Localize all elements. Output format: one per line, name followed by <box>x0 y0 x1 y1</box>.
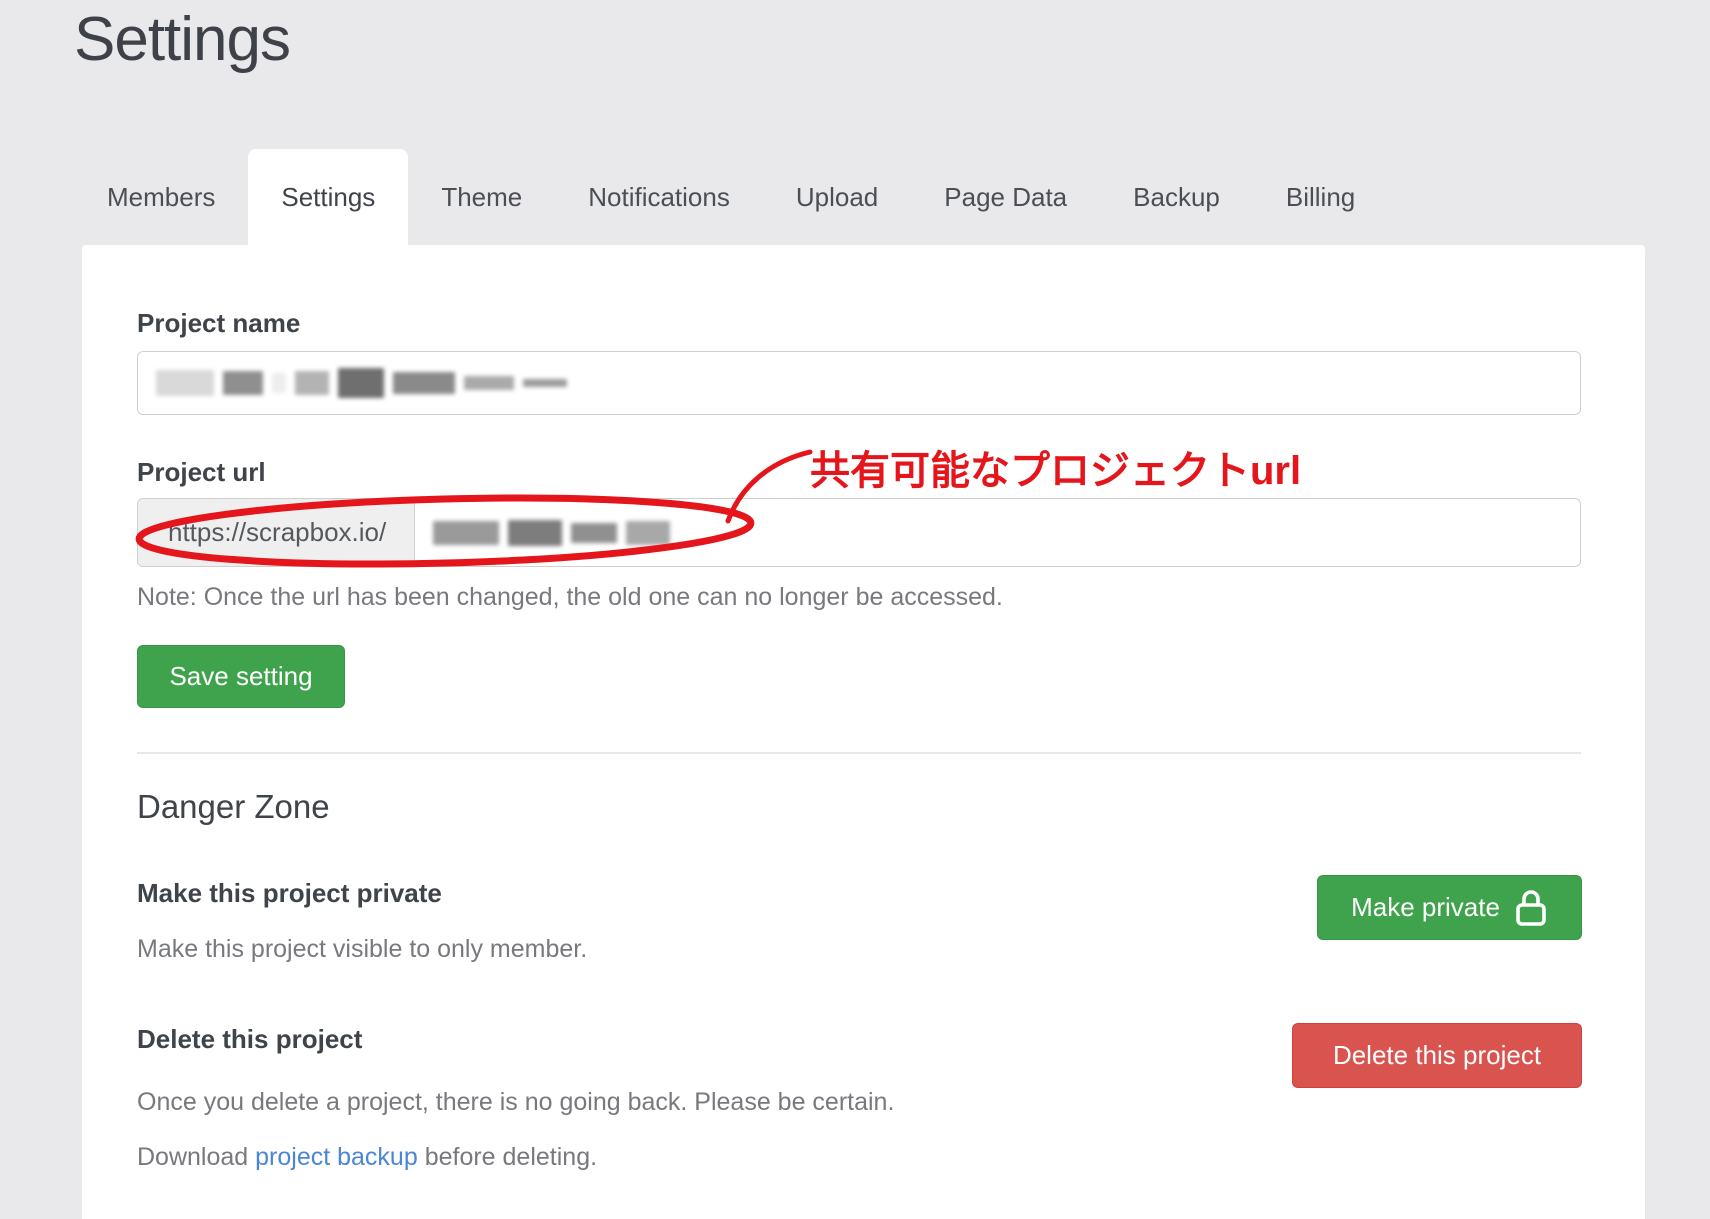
project-url-label: Project url <box>137 457 266 488</box>
redacted-project-name <box>156 368 567 398</box>
make-private-button-label: Make private <box>1351 892 1500 923</box>
tab-theme[interactable]: Theme <box>408 149 555 245</box>
page-title: Settings <box>74 4 290 75</box>
make-private-button[interactable]: Make private <box>1317 875 1582 940</box>
tab-page-data[interactable]: Page Data <box>911 149 1100 245</box>
backup-line: Download project backup before deleting. <box>137 1143 597 1172</box>
project-name-label: Project name <box>137 308 300 339</box>
delete-project-title: Delete this project <box>137 1024 362 1055</box>
delete-warning: Once you delete a project, there is no g… <box>137 1088 894 1117</box>
project-url-input[interactable]: https://scrapbox.io/ <box>137 498 1581 567</box>
tab-upload[interactable]: Upload <box>763 149 911 245</box>
project-backup-link[interactable]: project backup <box>255 1143 418 1171</box>
backup-line-before: Download <box>137 1143 255 1171</box>
backup-line-after: before deleting. <box>418 1143 597 1171</box>
project-name-input[interactable] <box>137 351 1581 415</box>
tab-notifications[interactable]: Notifications <box>555 149 763 245</box>
tab-settings[interactable]: Settings <box>248 149 408 245</box>
make-private-description: Make this project visible to only member… <box>137 935 587 964</box>
make-private-title: Make this project private <box>137 878 442 909</box>
delete-project-button[interactable]: Delete this project <box>1292 1023 1582 1088</box>
section-divider <box>137 752 1581 754</box>
tab-billing[interactable]: Billing <box>1253 149 1388 245</box>
danger-zone-heading: Danger Zone <box>137 788 330 826</box>
url-prefix-addon: https://scrapbox.io/ <box>138 499 415 566</box>
url-note: Note: Once the url has been changed, the… <box>137 583 1003 612</box>
settings-page: { "page": { "title": "Settings" }, "tabs… <box>0 0 1710 1219</box>
settings-panel: Project name Project url https://scrapbo… <box>82 245 1645 1219</box>
save-setting-button[interactable]: Save setting <box>137 645 345 708</box>
settings-tab-bar: Members Settings Theme Notifications Upl… <box>74 149 1388 245</box>
redacted-project-url <box>433 520 670 546</box>
tab-members[interactable]: Members <box>74 149 248 245</box>
tab-backup[interactable]: Backup <box>1100 149 1253 245</box>
lock-icon <box>1514 889 1548 927</box>
annotation-label: 共有可能なプロジェクトurl <box>810 438 1301 496</box>
